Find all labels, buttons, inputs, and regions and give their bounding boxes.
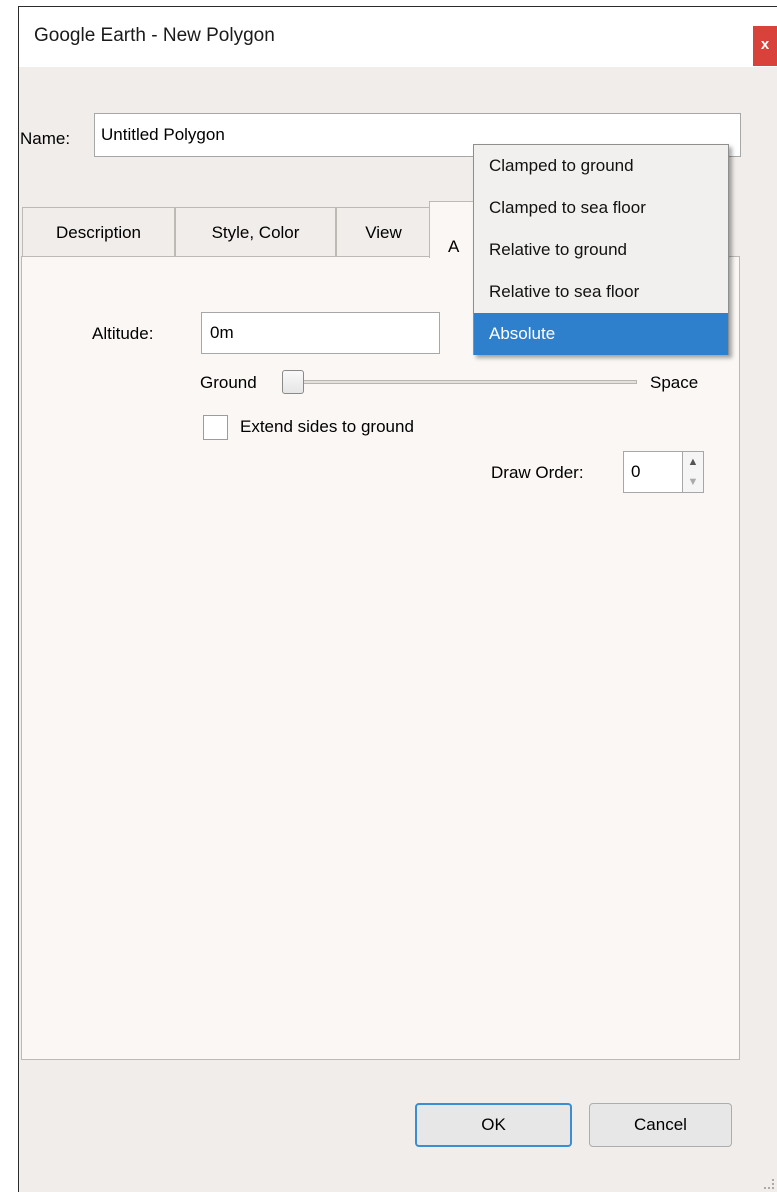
extend-sides-checkbox[interactable]	[203, 415, 228, 440]
extend-sides-label: Extend sides to ground	[240, 417, 414, 436]
altitude-slider-thumb[interactable]	[282, 370, 304, 394]
window-title: Google Earth - New Polygon	[34, 25, 275, 46]
title-bar: Google Earth - New Polygon x	[19, 7, 777, 67]
dropdown-item-clamped-ground[interactable]: Clamped to ground	[474, 145, 728, 187]
tab-description[interactable]: Description	[22, 207, 175, 257]
resize-grip-icon[interactable]	[764, 1179, 774, 1189]
spin-up-icon[interactable]: ▲	[683, 452, 703, 472]
dropdown-item-absolute[interactable]: Absolute	[474, 313, 728, 355]
tab-style-color[interactable]: Style, Color	[175, 207, 336, 257]
altitude-input[interactable]	[201, 312, 440, 354]
cancel-button[interactable]: Cancel	[589, 1103, 732, 1147]
slider-max-label: Space	[650, 373, 699, 392]
draw-order-label: Draw Order:	[491, 463, 584, 482]
altitude-label: Altitude:	[92, 324, 154, 343]
dropdown-item-relative-ground[interactable]: Relative to ground	[474, 229, 728, 271]
tab-view[interactable]: View	[336, 207, 431, 257]
name-label: Name:	[20, 129, 71, 148]
altitude-mode-dropdown: Clamped to ground Clamped to sea floor R…	[473, 144, 729, 355]
draw-order-input[interactable]	[623, 451, 683, 493]
draw-order-spinner[interactable]: ▲ ▼	[682, 451, 704, 493]
tab-altitude-label: A	[448, 237, 460, 256]
spin-down-icon[interactable]: ▼	[683, 472, 703, 492]
close-button[interactable]: x	[753, 26, 777, 66]
altitude-slider-track[interactable]	[300, 380, 637, 384]
tab-panel	[21, 256, 740, 1060]
ok-button[interactable]: OK	[415, 1103, 572, 1147]
slider-min-label: Ground	[200, 373, 257, 392]
dropdown-item-clamped-sea-floor[interactable]: Clamped to sea floor	[474, 187, 728, 229]
dropdown-item-relative-sea-floor[interactable]: Relative to sea floor	[474, 271, 728, 313]
